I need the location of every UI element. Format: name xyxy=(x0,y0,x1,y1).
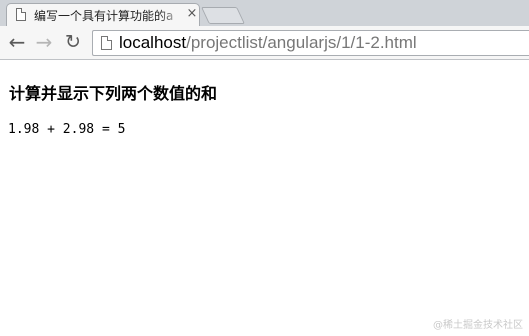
browser-tab[interactable]: 编写一个具有计算功能的a × xyxy=(6,3,200,26)
equals-sign: = xyxy=(101,122,110,137)
url-text[interactable]: localhost/projectlist/angularjs/1/1-2.ht… xyxy=(119,33,417,53)
tab-strip: 编写一个具有计算功能的a × xyxy=(0,0,529,26)
operand-b: 2.98 xyxy=(62,122,95,137)
page-content: 计算并显示下列两个数值的和 1.98 + 2.98 = 5 @稀土掘金技术社区 xyxy=(0,60,529,336)
address-bar[interactable]: localhost/projectlist/angularjs/1/1-2.ht… xyxy=(92,30,529,56)
url-path: /projectlist/angularjs/1/1-2.html xyxy=(186,33,417,52)
sum-result: 5 xyxy=(117,122,126,137)
close-icon[interactable]: × xyxy=(186,6,198,22)
back-arrow-icon[interactable]: ← xyxy=(6,31,28,53)
watermark: @稀土掘金技术社区 xyxy=(433,320,523,331)
operand-a: 1.98 xyxy=(8,122,40,137)
page-icon xyxy=(16,8,26,21)
forward-arrow-icon[interactable]: → xyxy=(33,31,55,53)
page-heading: 计算并显示下列两个数值的和 xyxy=(9,84,218,103)
browser-toolbar: ← → ↻ localhost/projectlist/angularjs/1/… xyxy=(0,26,529,60)
tab-title: 编写一个具有计算功能的a xyxy=(34,9,174,23)
page-icon xyxy=(101,36,112,50)
plus-sign: + xyxy=(47,122,55,137)
sum-expression: 1.98 + 2.98 = 5 xyxy=(8,122,125,137)
url-host: localhost xyxy=(119,33,187,52)
reload-icon[interactable]: ↻ xyxy=(62,31,84,53)
new-tab-button[interactable] xyxy=(201,7,245,24)
